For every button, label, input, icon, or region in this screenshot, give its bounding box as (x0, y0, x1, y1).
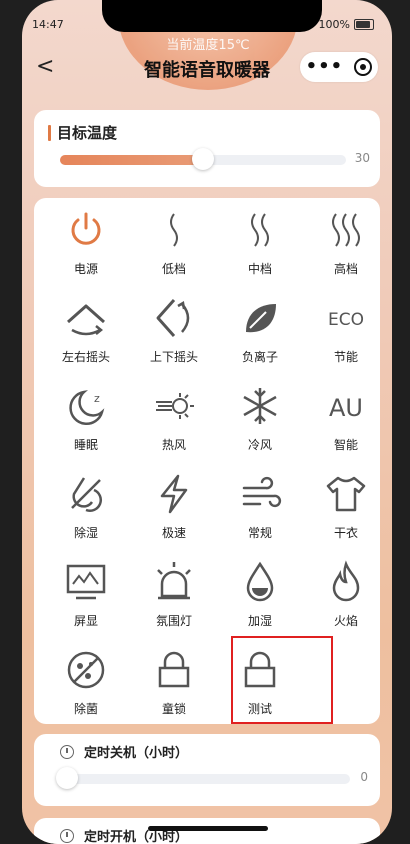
control-power-button[interactable]: 电源 (43, 198, 129, 286)
control-label: 除菌 (73, 702, 98, 716)
control-label: 中档 (247, 262, 272, 276)
control-heat-wave-high-button[interactable]: 高档 (303, 198, 389, 286)
battery-percent: 100% (318, 18, 350, 31)
home-indicator (148, 826, 268, 831)
shutdown-timer-title: 定时关机（小时） (60, 742, 188, 761)
water-drop-icon (238, 560, 282, 604)
control-label: 除湿 (73, 526, 98, 540)
auto-icon: AU (324, 384, 368, 428)
control-label: 上下摇头 (149, 350, 198, 364)
control-shirt-button[interactable]: 干衣 (303, 462, 389, 550)
moon-sleep-icon: z (64, 384, 108, 428)
battery-icon (354, 19, 374, 30)
svg-text:ECO: ECO (328, 310, 364, 330)
horizontal-swing-icon (64, 296, 108, 340)
control-eco-button[interactable]: ECO 节能 (303, 286, 389, 374)
control-label: 常规 (247, 526, 272, 540)
close-miniprogram-icon[interactable] (354, 58, 373, 76)
shutdown-timer-value: 0 (360, 770, 368, 784)
control-dehumidify-button[interactable]: 除湿 (43, 462, 129, 550)
svg-text:z: z (94, 392, 100, 405)
vertical-swing-icon (152, 296, 196, 340)
temperature-value: 30 (354, 151, 370, 165)
shutdown-timer-slider[interactable] (56, 767, 350, 789)
control-label: 睡眠 (73, 438, 98, 452)
sterilize-icon (64, 648, 108, 692)
control-label: 热风 (161, 438, 186, 452)
power-icon (64, 208, 108, 252)
flame-icon (324, 560, 368, 604)
snowflake-icon (238, 384, 282, 428)
target-temperature-card: 目标温度 30 (34, 110, 380, 187)
control-lightning-button[interactable]: 极速 (131, 462, 217, 550)
control-vertical-swing-button[interactable]: 上下摇头 (131, 286, 217, 374)
shirt-icon (324, 472, 368, 516)
control-warm-wind-sun-button[interactable]: 热风 (131, 374, 217, 462)
control-heat-wave-mid-button[interactable]: 中档 (217, 198, 303, 286)
control-sterilize-button[interactable]: 除菌 (43, 638, 129, 726)
control-display-button[interactable]: 屏显 (43, 550, 129, 638)
control-label: 童锁 (161, 702, 186, 716)
title-accent-bar (48, 124, 51, 141)
heat-wave-high-icon (324, 208, 368, 252)
heat-wave-low-icon (152, 208, 196, 252)
control-leaf-button[interactable]: 负离子 (217, 286, 303, 374)
clock-icon (60, 744, 74, 759)
notch (102, 0, 322, 32)
control-label: 屏显 (73, 614, 98, 628)
control-label: 节能 (333, 350, 358, 364)
control-label: 加湿 (247, 614, 272, 628)
battery-indicator: 100% (319, 18, 374, 31)
control-wind-button[interactable]: 常规 (217, 462, 303, 550)
control-label: 高档 (333, 262, 358, 276)
control-moon-sleep-button[interactable]: z 睡眠 (43, 374, 129, 462)
shutdown-timer-thumb[interactable] (56, 767, 78, 789)
lock-icon (152, 648, 196, 692)
control-horizontal-swing-button[interactable]: 左右摇头 (43, 286, 129, 374)
control-auto-button[interactable]: AU 智能 (303, 374, 389, 462)
lightning-icon (152, 472, 196, 516)
shutdown-timer-card: 定时关机（小时） 0 (34, 734, 380, 806)
eco-icon: ECO (324, 296, 368, 340)
control-label: 干衣 (333, 526, 358, 540)
control-label: 极速 (161, 526, 186, 540)
control-label: 负离子 (241, 350, 278, 364)
temperature-slider-fill (60, 155, 203, 165)
alarm-light-icon (152, 560, 196, 604)
leaf-icon (238, 296, 282, 340)
temperature-slider-thumb[interactable] (192, 148, 214, 170)
control-alarm-light-button[interactable]: 氛围灯 (131, 550, 217, 638)
startup-timer-card: 定时开机（小时） (34, 818, 380, 844)
clock-icon (60, 828, 74, 843)
control-label: 氛围灯 (155, 614, 192, 628)
control-label: 智能 (333, 438, 358, 452)
wind-icon (238, 472, 282, 516)
status-time: 14:47 (32, 18, 64, 31)
dehumidify-icon (64, 472, 108, 516)
highlight-box (231, 636, 333, 724)
temperature-slider[interactable] (60, 148, 346, 170)
control-heat-wave-low-button[interactable]: 低档 (131, 198, 217, 286)
control-label: 低档 (161, 262, 186, 276)
control-label: 左右摇头 (61, 350, 110, 364)
control-snowflake-button[interactable]: 冷风 (217, 374, 303, 462)
target-temperature-title: 目标温度 (48, 122, 117, 143)
phone-screen: 当前温度15℃ 14:47 100% < 智能语音取暖器 ••• 目标温度 30… (22, 0, 392, 844)
heat-wave-mid-icon (238, 208, 282, 252)
control-lock-button[interactable]: 童锁 (131, 638, 217, 726)
mini-program-capsule: ••• (300, 52, 378, 82)
display-icon (64, 560, 108, 604)
control-flame-button[interactable]: 火焰 (303, 550, 389, 638)
control-label: 火焰 (333, 614, 358, 628)
svg-text:AU: AU (329, 394, 363, 422)
control-water-drop-button[interactable]: 加湿 (217, 550, 303, 638)
warm-wind-sun-icon (152, 384, 196, 428)
control-label: 电源 (73, 262, 98, 276)
shutdown-timer-label: 定时关机（小时） (84, 746, 189, 761)
navigation-bar: < 智能语音取暖器 ••• (22, 50, 392, 86)
target-temperature-label: 目标温度 (57, 124, 118, 142)
more-menu-button[interactable]: ••• (306, 58, 344, 76)
control-label: 冷风 (247, 438, 272, 452)
